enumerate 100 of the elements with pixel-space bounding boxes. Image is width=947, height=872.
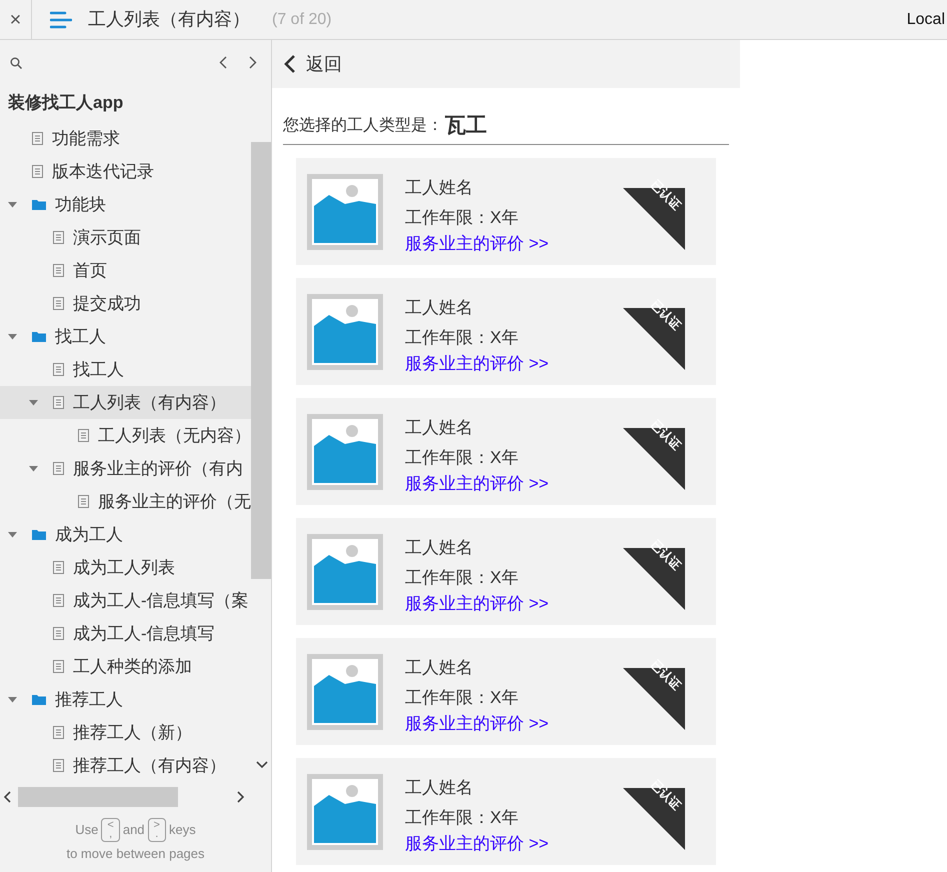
tree-item[interactable]: 首页 bbox=[0, 254, 251, 287]
document-icon bbox=[53, 462, 64, 475]
document-icon bbox=[53, 396, 64, 409]
tree-item-label: 成为工人 bbox=[55, 524, 123, 546]
tree-item-label: 首页 bbox=[73, 260, 107, 282]
reviews-link[interactable]: 服务业主的评价 >> bbox=[405, 834, 549, 854]
image-placeholder-icon bbox=[307, 174, 383, 250]
tree-item[interactable]: 版本迭代记录 bbox=[0, 155, 251, 188]
folder-icon bbox=[32, 199, 46, 210]
verified-label: 已认证 bbox=[647, 416, 685, 454]
tree-item[interactable]: 成为工人-信息填写 bbox=[0, 617, 251, 650]
reviews-link[interactable]: 服务业主的评价 >> bbox=[405, 594, 549, 614]
document-icon bbox=[53, 561, 64, 574]
tree-item-label: 提交成功 bbox=[73, 292, 141, 315]
scrollbar-thumb[interactable] bbox=[18, 787, 178, 807]
hint-text: keys bbox=[168, 821, 196, 840]
tree-item[interactable]: 服务业主的评价（无 bbox=[0, 485, 251, 518]
scroll-left-icon[interactable] bbox=[3, 791, 11, 803]
tree-item-label: 工人列表（无内容） bbox=[98, 424, 251, 447]
menu-icon[interactable] bbox=[50, 10, 72, 28]
image-placeholder-icon bbox=[307, 294, 383, 370]
image-placeholder-icon bbox=[307, 414, 383, 490]
folder-icon bbox=[32, 529, 46, 540]
tree-item[interactable]: 推荐工人（有内容） bbox=[0, 749, 251, 782]
worker-name: 工人姓名 bbox=[405, 656, 474, 678]
hint-text: Use bbox=[75, 821, 98, 840]
caret-icon[interactable] bbox=[29, 464, 38, 473]
verified-label: 已认证 bbox=[647, 296, 685, 334]
tree-item[interactable]: 找工人 bbox=[0, 353, 251, 386]
document-icon bbox=[78, 429, 89, 442]
worker-years: 工作年限：X年 bbox=[405, 686, 520, 708]
tree-item[interactable]: 工人列表（有内容） bbox=[0, 386, 251, 419]
document-icon bbox=[53, 594, 64, 607]
reviews-link[interactable]: 服务业主的评价 >> bbox=[405, 474, 549, 494]
scrollbar-thumb[interactable] bbox=[251, 142, 271, 579]
key-cap: < , bbox=[101, 818, 120, 842]
project-title: 装修找工人app bbox=[7, 92, 124, 114]
document-icon bbox=[53, 726, 64, 739]
scroll-right-icon[interactable] bbox=[237, 791, 245, 803]
tree-item[interactable]: 找工人 bbox=[0, 320, 251, 353]
tree-item[interactable]: 工人列表（无内容） bbox=[0, 419, 251, 452]
tree-item[interactable]: 成为工人-信息填写（案 bbox=[0, 584, 251, 617]
page-title: 工人列表（有内容） bbox=[88, 8, 250, 31]
tree-item-label: 版本迭代记录 bbox=[52, 160, 154, 183]
tree-item-label: 服务业主的评价（无 bbox=[98, 490, 251, 513]
tree-item-label: 演示页面 bbox=[73, 226, 141, 249]
hint-text: and bbox=[122, 821, 145, 840]
tree-item-label: 找工人 bbox=[73, 358, 124, 381]
tree-item-label: 推荐工人 bbox=[55, 688, 123, 711]
tree-item-label: 成为工人-信息填写 bbox=[73, 622, 215, 645]
worker-name: 工人姓名 bbox=[405, 296, 474, 318]
image-placeholder-icon bbox=[307, 534, 383, 610]
caret-icon[interactable] bbox=[8, 200, 17, 209]
caret-icon[interactable] bbox=[8, 332, 17, 341]
tree-item[interactable]: 提交成功 bbox=[0, 287, 251, 320]
tree-item[interactable]: 工人种类的添加 bbox=[0, 650, 251, 683]
scroll-down-icon[interactable] bbox=[256, 761, 268, 769]
caret-icon[interactable] bbox=[8, 530, 17, 539]
search-icon[interactable] bbox=[10, 56, 22, 68]
reviews-link[interactable]: 服务业主的评价 >> bbox=[405, 714, 549, 734]
caret-icon[interactable] bbox=[29, 398, 38, 407]
previous-icon[interactable] bbox=[219, 56, 227, 69]
hint-text: to move between pages bbox=[66, 845, 205, 863]
reviews-link[interactable]: 服务业主的评价 >> bbox=[405, 354, 549, 374]
next-icon[interactable] bbox=[249, 56, 257, 69]
verified-label: 已认证 bbox=[647, 656, 685, 694]
tree-item[interactable]: 推荐工人 bbox=[0, 683, 251, 716]
worker-years: 工作年限：X年 bbox=[405, 566, 520, 588]
page-counter: (7 of 20) bbox=[272, 10, 332, 30]
tree-item-label: 工人列表（有内容） bbox=[73, 392, 226, 414]
tree-item-label: 成为工人列表 bbox=[73, 556, 175, 579]
document-icon bbox=[53, 660, 64, 673]
tree-item[interactable]: 服务业主的评价（有内 bbox=[0, 452, 251, 485]
close-button[interactable]: × bbox=[0, 0, 32, 39]
folder-icon bbox=[32, 694, 46, 705]
back-button[interactable]: 返回 bbox=[284, 50, 342, 78]
worker-name: 工人姓名 bbox=[405, 536, 474, 558]
tree-item-label: 服务业主的评价（有内 bbox=[73, 458, 243, 480]
verified-label: 已认证 bbox=[647, 176, 685, 214]
tree-item[interactable]: 成为工人列表 bbox=[0, 551, 251, 584]
back-icon bbox=[284, 54, 296, 74]
reviews-link[interactable]: 服务业主的评价 >> bbox=[405, 234, 549, 254]
image-placeholder-icon bbox=[307, 774, 383, 850]
worker-name: 工人姓名 bbox=[405, 416, 474, 438]
document-icon bbox=[32, 132, 43, 145]
worker-name: 工人姓名 bbox=[405, 176, 474, 198]
tree-item[interactable]: 推荐工人（新） bbox=[0, 716, 251, 749]
document-icon bbox=[53, 627, 64, 640]
type-value: 瓦工 bbox=[445, 113, 487, 140]
tree-item-label: 找工人 bbox=[55, 326, 106, 348]
tree-item[interactable]: 演示页面 bbox=[0, 221, 251, 254]
tree-item[interactable]: 成为工人 bbox=[0, 518, 251, 551]
worker-years: 工作年限：X年 bbox=[405, 806, 520, 828]
folder-icon bbox=[32, 331, 46, 342]
tree-item[interactable]: 功能块 bbox=[0, 188, 251, 221]
document-icon bbox=[53, 759, 64, 772]
tree-item[interactable]: 功能需求 bbox=[0, 122, 251, 155]
tree-item-label: 成为工人-信息填写（案 bbox=[73, 590, 249, 612]
caret-icon[interactable] bbox=[8, 695, 17, 704]
document-icon bbox=[53, 264, 64, 277]
